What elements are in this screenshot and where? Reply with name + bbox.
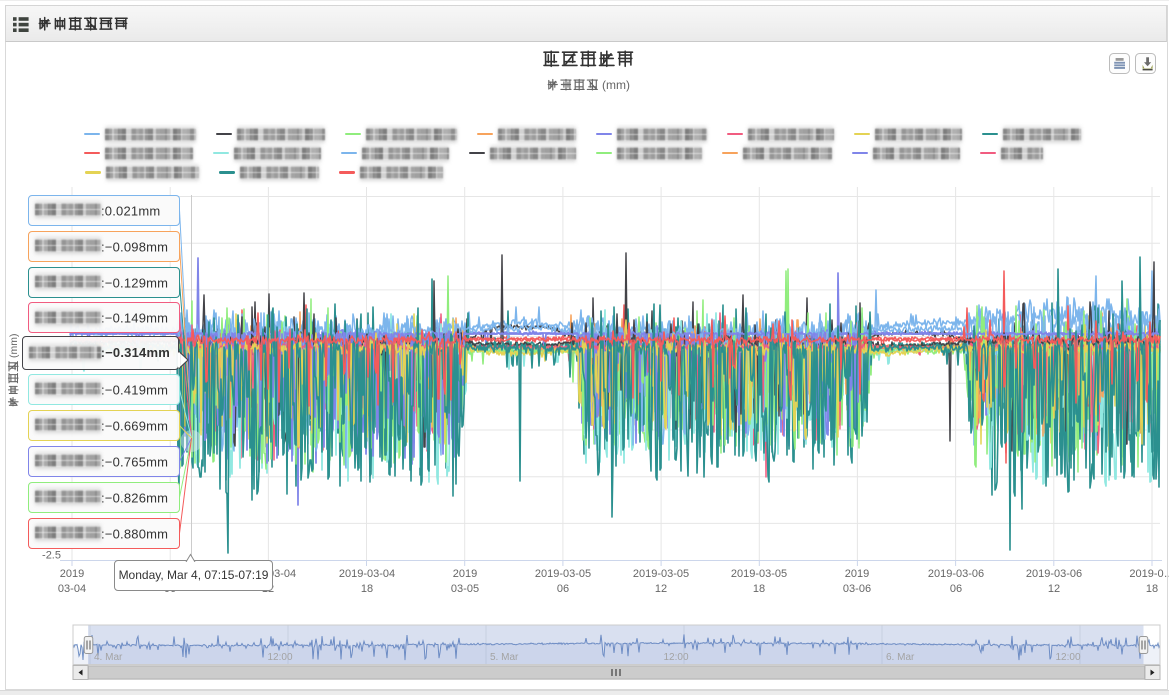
svg-text:(mm): (mm) — [602, 78, 630, 92]
svg-text:2019-03-06: 2019-03-06 — [928, 568, 984, 580]
svg-text:18: 18 — [753, 583, 765, 595]
svg-text:4. Mar: 4. Mar — [94, 652, 123, 663]
svg-text:2019-03-05: 2019-03-05 — [633, 568, 689, 580]
svg-text:12: 12 — [655, 583, 667, 595]
svg-text:03-05: 03-05 — [451, 583, 479, 595]
svg-text:2019-03-06: 2019-03-06 — [1026, 568, 1082, 580]
svg-text:06: 06 — [557, 583, 569, 595]
svg-text:-2.5: -2.5 — [42, 550, 61, 562]
svg-text:2019: 2019 — [845, 568, 869, 580]
svg-text:2019-0…: 2019-0… — [1129, 568, 1169, 580]
svg-text:(mm): (mm) — [8, 334, 20, 359]
svg-text:2019: 2019 — [453, 568, 477, 580]
svg-text:12:00: 12:00 — [267, 652, 292, 663]
svg-text:2019-03-04: 2019-03-04 — [339, 568, 395, 580]
svg-text:03-06: 03-06 — [843, 583, 871, 595]
svg-text:2019-03-05: 2019-03-05 — [535, 568, 591, 580]
svg-text:03-04: 03-04 — [58, 583, 86, 595]
svg-text:5. Mar: 5. Mar — [490, 652, 519, 663]
svg-text:12: 12 — [1048, 583, 1060, 595]
svg-text:12:00: 12:00 — [1055, 652, 1080, 663]
svg-text:18: 18 — [1146, 583, 1158, 595]
svg-text:06: 06 — [950, 583, 962, 595]
svg-text:18: 18 — [361, 583, 373, 595]
svg-text:12:00: 12:00 — [663, 652, 688, 663]
svg-text:2019: 2019 — [60, 568, 84, 580]
svg-text:6. Mar: 6. Mar — [886, 652, 915, 663]
svg-text:2019-03-05: 2019-03-05 — [731, 568, 787, 580]
